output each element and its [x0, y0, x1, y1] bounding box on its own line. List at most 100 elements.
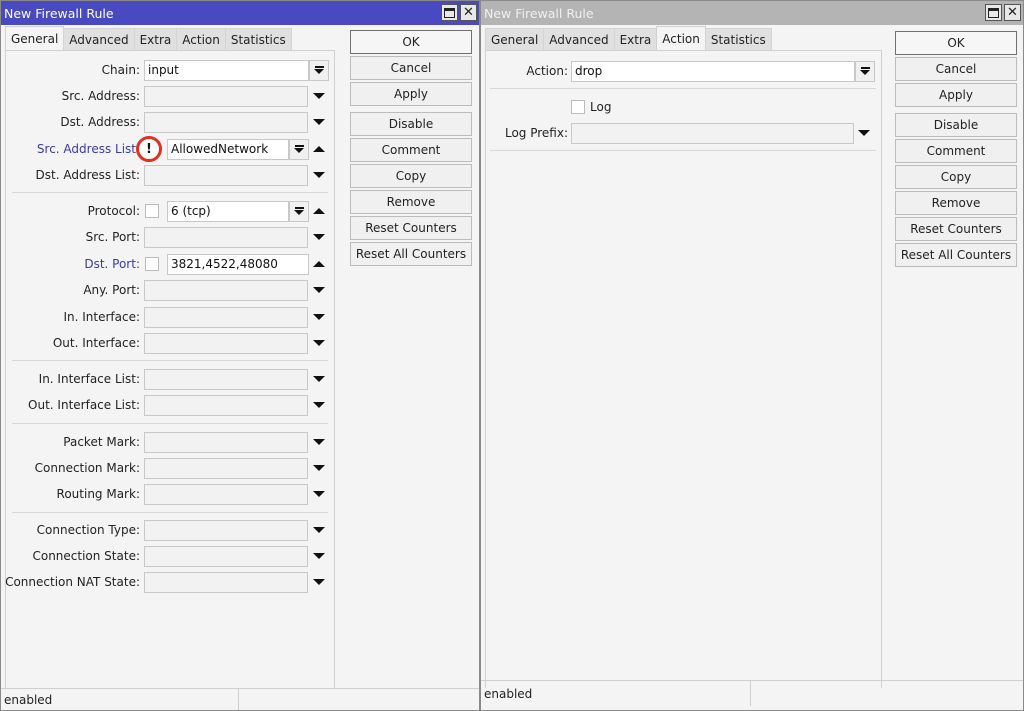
routing-mark-field[interactable] — [144, 483, 308, 505]
close-button[interactable]: ✕ — [1004, 4, 1021, 21]
apply-button[interactable]: Apply — [895, 83, 1017, 107]
protocol-negate-checkbox[interactable] — [145, 204, 159, 218]
expand-down-icon[interactable] — [313, 172, 325, 178]
collapse-up-icon[interactable] — [313, 208, 325, 214]
expand-down-icon[interactable] — [313, 93, 325, 99]
out-interface-field[interactable] — [144, 332, 308, 354]
reset-all-counters-button[interactable]: Reset All Counters — [350, 242, 472, 266]
action-label: Action: — [526, 64, 568, 78]
disable-button[interactable]: Disable — [895, 113, 1017, 137]
packet-mark-field[interactable] — [144, 431, 308, 453]
src-address-label: Src. Address: — [61, 89, 140, 103]
connection-mark-label: Connection Mark: — [34, 461, 140, 475]
packet-mark-label: Packet Mark: — [63, 435, 140, 449]
dst-port-field[interactable]: 3821,4522,48080 — [167, 253, 309, 275]
expand-down-icon[interactable] — [313, 234, 325, 240]
tab-general[interactable]: General — [5, 26, 65, 50]
expand-down-icon[interactable] — [313, 119, 325, 125]
comment-button[interactable]: Comment — [895, 139, 1017, 163]
tab-general[interactable]: General — [485, 28, 545, 50]
title-bar[interactable]: New Firewall Rule ✕ — [1, 1, 479, 25]
ok-button[interactable]: OK — [895, 31, 1017, 55]
dst-address-list-field[interactable] — [144, 164, 308, 186]
cancel-button[interactable]: Cancel — [895, 57, 1017, 81]
tab-advanced[interactable]: Advanced — [543, 28, 615, 50]
protocol-field[interactable]: 6 (tcp) — [167, 200, 289, 222]
chain-dropdown-button[interactable] — [309, 59, 329, 81]
chain-field[interactable]: input — [144, 59, 309, 81]
log-prefix-row: Log Prefix: — [486, 122, 881, 144]
maximize-button[interactable] — [985, 4, 1002, 21]
tab-extra[interactable]: Extra — [613, 28, 658, 50]
title-bar[interactable]: New Firewall Rule ✕ — [481, 1, 1023, 25]
connection-type-field[interactable] — [144, 519, 308, 541]
copy-button[interactable]: Copy — [350, 164, 472, 188]
close-icon: ✕ — [463, 5, 474, 20]
connection-nat-state-field[interactable] — [144, 571, 308, 593]
expand-down-icon[interactable] — [858, 130, 870, 136]
chain-label: Chain: — [101, 63, 140, 77]
tab-statistics[interactable]: Statistics — [704, 28, 772, 50]
expand-down-icon[interactable] — [313, 465, 325, 471]
connection-state-label: Connection State: — [32, 549, 140, 563]
expand-down-icon[interactable] — [313, 314, 325, 320]
connection-mark-field[interactable] — [144, 457, 308, 479]
maximize-icon — [988, 7, 999, 18]
comment-button[interactable]: Comment — [350, 138, 472, 162]
tab-advanced[interactable]: Advanced — [63, 28, 135, 50]
reset-counters-button[interactable]: Reset Counters — [350, 216, 472, 240]
src-address-list-dropdown-button[interactable] — [289, 138, 309, 160]
collapse-up-icon[interactable] — [313, 261, 325, 267]
expand-down-icon[interactable] — [313, 553, 325, 559]
expand-down-icon[interactable] — [313, 340, 325, 346]
expand-down-icon[interactable] — [313, 579, 325, 585]
in-interface-field[interactable] — [144, 306, 308, 328]
remove-button[interactable]: Remove — [895, 191, 1017, 215]
status-text: enabled — [1, 689, 239, 710]
in-interface-label: In. Interface: — [63, 310, 140, 324]
reset-counters-button[interactable]: Reset Counters — [895, 217, 1017, 241]
collapse-up-icon[interactable] — [313, 146, 325, 152]
negate-toggle-highlighted[interactable]: ! — [136, 136, 162, 162]
connection-state-field[interactable] — [144, 545, 308, 567]
copy-button[interactable]: Copy — [895, 165, 1017, 189]
expand-down-icon[interactable] — [313, 491, 325, 497]
tab-action[interactable]: Action — [176, 28, 226, 50]
tab-statistics[interactable]: Statistics — [224, 28, 292, 50]
any-port-field[interactable] — [144, 279, 308, 301]
expand-down-icon[interactable] — [313, 402, 325, 408]
remove-button[interactable]: Remove — [350, 190, 472, 214]
apply-button[interactable]: Apply — [350, 82, 472, 106]
ok-button[interactable]: OK — [350, 30, 472, 54]
out-interface-list-row: Out. Interface List: — [6, 394, 334, 416]
expand-down-icon[interactable] — [313, 287, 325, 293]
action-dropdown-button[interactable] — [855, 60, 875, 82]
dst-address-field[interactable] — [144, 111, 308, 133]
log-prefix-field[interactable] — [571, 122, 854, 144]
protocol-dropdown-button[interactable] — [289, 200, 309, 222]
separator — [12, 512, 328, 513]
protocol-row: Protocol: 6 (tcp) — [6, 200, 334, 222]
combo-dropdown-icon — [294, 145, 304, 153]
status-bar: enabled — [1, 688, 479, 710]
src-port-field[interactable] — [144, 226, 308, 248]
separator — [490, 88, 876, 89]
in-interface-list-field[interactable] — [144, 368, 308, 390]
close-button[interactable]: ✕ — [460, 4, 477, 21]
cancel-button[interactable]: Cancel — [350, 56, 472, 80]
tab-action[interactable]: Action — [656, 26, 706, 50]
reset-all-counters-button[interactable]: Reset All Counters — [895, 243, 1017, 267]
log-checkbox[interactable] — [571, 100, 585, 114]
tab-extra[interactable]: Extra — [133, 28, 178, 50]
action-field[interactable]: drop — [571, 60, 855, 82]
disable-button[interactable]: Disable — [350, 112, 472, 136]
src-address-list-field[interactable]: AllowedNetwork — [167, 138, 289, 160]
out-interface-list-field[interactable] — [144, 394, 308, 416]
dst-port-negate-checkbox[interactable] — [145, 257, 159, 271]
expand-down-icon[interactable] — [313, 376, 325, 382]
src-address-field[interactable] — [144, 85, 308, 107]
maximize-button[interactable] — [441, 4, 458, 21]
expand-down-icon[interactable] — [313, 439, 325, 445]
separator — [490, 150, 876, 151]
expand-down-icon[interactable] — [313, 527, 325, 533]
